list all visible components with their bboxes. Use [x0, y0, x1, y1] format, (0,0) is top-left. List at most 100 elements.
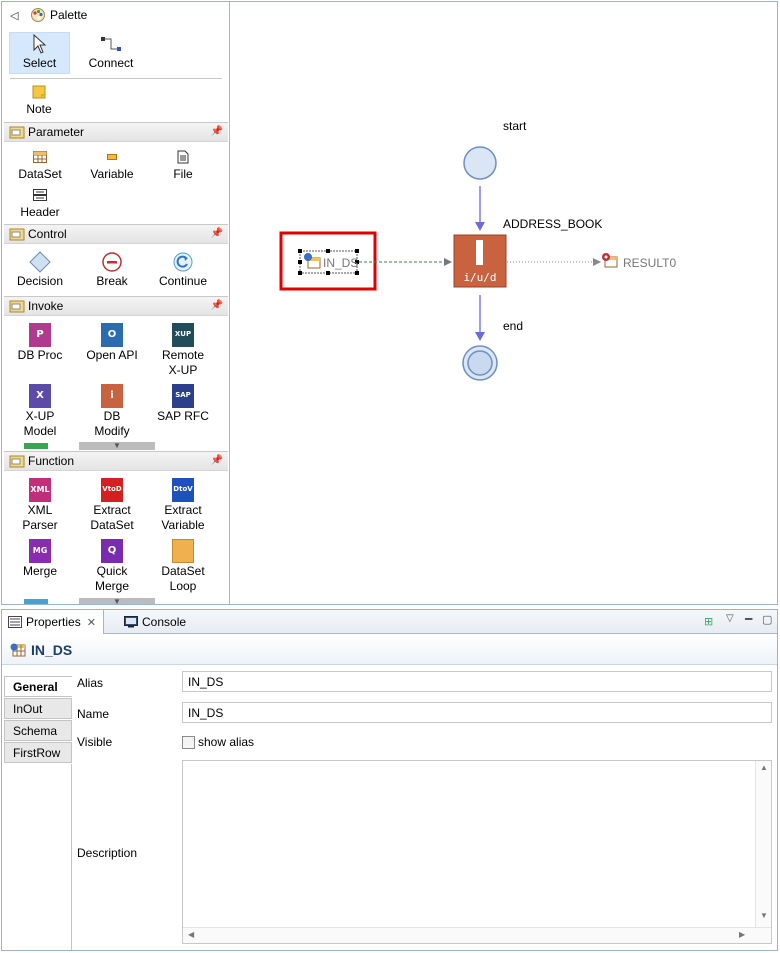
invoke-drawer-label: Invoke [28, 299, 64, 313]
connection-icon [100, 33, 122, 55]
open-api-tool[interactable]: O Open API [81, 322, 143, 363]
palette-title: Palette [50, 8, 88, 22]
collapse-arrow-icon[interactable]: ◁ [10, 9, 24, 22]
parameter-drawer[interactable]: Parameter 📌 [4, 122, 228, 142]
xml-parser-tool[interactable]: XML XML Parser [10, 477, 70, 533]
open-api-label: Open API [86, 348, 138, 362]
partial-tile [24, 599, 48, 604]
folder-icon [9, 455, 25, 468]
parameter-drawer-label: Parameter [28, 125, 85, 139]
pin-view-icon[interactable]: ⊞ [704, 615, 713, 628]
alias-field[interactable]: IN_DS [182, 671, 772, 692]
in-ds-label[interactable]: IN_DS [323, 256, 358, 270]
tab-properties[interactable]: Properties ✕ [2, 610, 104, 634]
break-tool[interactable]: Break [82, 251, 142, 289]
visible-label: Visible [77, 735, 113, 749]
side-tab-schema[interactable]: Schema [4, 720, 72, 741]
console-icon [124, 616, 138, 628]
side-tab-inout[interactable]: InOut [4, 698, 72, 719]
extract-dataset-label: Extract DataSet [90, 503, 134, 532]
tab-console-label: Console [142, 615, 187, 629]
result-dataset-icon [602, 253, 618, 268]
extract-dataset-tool[interactable]: VtoD Extract DataSet [81, 477, 143, 533]
stop-icon [101, 251, 123, 273]
file-label: File [173, 167, 193, 181]
sap-rfc-tool[interactable]: SAP SAP RFC [153, 383, 213, 424]
invoke-scroll-down-icon[interactable]: ▼ [79, 442, 155, 450]
diagram-canvas[interactable]: start ADDRESS_BOOK i/u/d end IN_DS RESUL… [231, 2, 777, 604]
db-proc-label: DB Proc [17, 348, 63, 362]
select-tool[interactable]: Select [9, 32, 70, 74]
extract-variable-tool[interactable]: DtoV Extract Variable [153, 477, 213, 533]
show-alias-checkbox-row[interactable]: show alias [182, 735, 254, 749]
description-textarea[interactable]: ▲ ▼ ◀ ▶ [182, 760, 772, 944]
connect-tool[interactable]: Connect [80, 33, 142, 75]
remote-xup-tool[interactable]: XUP Remote X-UP [153, 322, 213, 378]
result-label[interactable]: RESULT0 [623, 256, 676, 270]
show-alias-label: show alias [198, 735, 255, 749]
arrow-head-icon [475, 332, 485, 341]
variable-tool[interactable]: Variable [84, 148, 140, 182]
sap-rfc-label: SAP RFC [157, 409, 209, 423]
pin-icon[interactable]: 📌 [211, 300, 223, 311]
minimize-icon[interactable]: ━ [745, 612, 752, 626]
maximize-icon[interactable]: ▢ [762, 613, 772, 626]
header-label: Header [20, 205, 60, 219]
dataset-loop-tool[interactable]: DataSet Loop [153, 538, 213, 594]
side-tab-firstrow[interactable]: FirstRow [4, 742, 72, 763]
pin-icon[interactable]: 📌 [211, 228, 223, 239]
quick-merge-tool[interactable]: Q Quick Merge [81, 538, 143, 594]
alias-label: Alias [77, 676, 104, 690]
scroll-left-icon[interactable]: ◀ [188, 930, 194, 939]
horizontal-scrollbar[interactable]: ◀ ▶ [183, 927, 771, 943]
merge-tool[interactable]: MG Merge [10, 538, 70, 579]
quick-merge-icon: Q [101, 538, 123, 563]
show-alias-checkbox[interactable] [182, 735, 195, 749]
side-tab-general[interactable]: General [4, 676, 72, 697]
close-icon[interactable]: ✕ [87, 616, 96, 629]
vertical-scrollbar[interactable]: ▲ ▼ [755, 761, 771, 927]
header-tool[interactable]: Header [12, 186, 68, 220]
note-tool[interactable]: Note [12, 83, 66, 117]
continue-tool[interactable]: Continue [153, 251, 213, 289]
xup-model-icon: X [29, 383, 51, 408]
address-book-label: ADDRESS_BOOK [503, 217, 603, 231]
dataset-tool[interactable]: DataSet [12, 148, 68, 182]
sap-rfc-icon: SAP [172, 383, 194, 408]
end-label: end [503, 319, 524, 333]
name-field[interactable]: IN_DS [182, 702, 772, 723]
function-drawer[interactable]: Function 📌 [4, 451, 228, 471]
xup-model-tool[interactable]: X X-UP Model [10, 383, 70, 439]
partial-tile [24, 443, 48, 449]
view-tabs: Properties ✕ Console ⊞ ▽ ━ ▢ [2, 610, 777, 634]
arrow-head-icon [444, 258, 452, 266]
break-label: Break [96, 274, 128, 288]
scroll-right-icon[interactable]: ▶ [739, 930, 745, 939]
db-proc-tool[interactable]: P DB Proc [10, 322, 70, 363]
scroll-down-icon[interactable]: ▼ [760, 911, 768, 920]
dataset-loop-label: DataSet Loop [161, 564, 205, 593]
decision-tool[interactable]: Decision [10, 251, 70, 289]
name-label: Name [77, 707, 110, 721]
start-node[interactable] [463, 146, 497, 180]
invoke-drawer[interactable]: Invoke 📌 [4, 296, 228, 316]
note-label: Note [26, 102, 52, 116]
variable-icon [101, 148, 123, 166]
pin-icon[interactable]: 📌 [211, 455, 223, 466]
pin-icon[interactable]: 📌 [211, 126, 223, 137]
info-i-icon [476, 243, 483, 265]
control-drawer[interactable]: Control 📌 [4, 224, 228, 244]
xml-parser-icon: XML [29, 477, 51, 502]
file-tool[interactable]: File [155, 148, 211, 182]
palette-panel: ◁ Palette Select Connect Note Parameter … [2, 2, 230, 604]
view-menu-icon[interactable]: ▽ [726, 613, 734, 624]
quick-merge-label: Quick Merge [94, 564, 129, 593]
arrow-head-icon [593, 258, 601, 266]
connect-label: Connect [88, 56, 134, 70]
function-scroll-down-icon[interactable]: ▼ [79, 598, 155, 604]
tab-console[interactable]: Console [118, 610, 190, 634]
scroll-up-icon[interactable]: ▲ [760, 763, 768, 772]
db-modify-tool[interactable]: i DB Modify [81, 383, 143, 439]
file-icon [172, 148, 194, 166]
table-icon [29, 148, 51, 166]
